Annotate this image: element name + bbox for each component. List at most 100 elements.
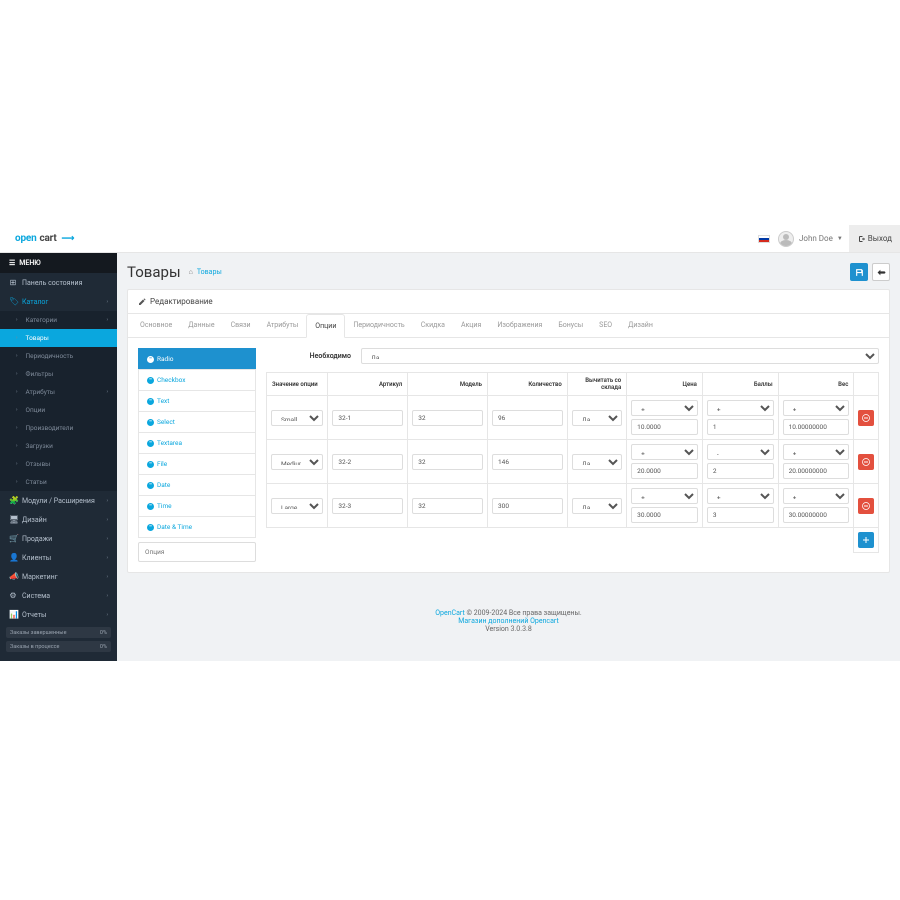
- sidebar-sub-item[interactable]: ›Производители: [0, 419, 117, 437]
- qty-input[interactable]: [492, 410, 563, 426]
- table-row: Large Да + + +: [267, 484, 879, 528]
- option-tab[interactable]: −Radio: [138, 348, 256, 369]
- qty-input[interactable]: [492, 454, 563, 470]
- sidebar-sub-item[interactable]: ›Фильтры: [0, 365, 117, 383]
- value-select[interactable]: Small: [271, 410, 323, 426]
- th-qty: Количество: [488, 373, 568, 396]
- back-button[interactable]: [872, 263, 890, 281]
- save-button[interactable]: [850, 263, 868, 281]
- option-tab[interactable]: −File: [138, 453, 256, 474]
- minus-icon: −: [147, 461, 154, 468]
- value-select[interactable]: Large: [271, 498, 323, 514]
- minus-icon: −: [147, 356, 154, 363]
- stat-bar: Заказы в процессе0%: [6, 641, 111, 652]
- option-tab[interactable]: −Text: [138, 390, 256, 411]
- sidebar-item[interactable]: 🖥Дизайн›: [0, 510, 117, 529]
- price-op-select[interactable]: +: [631, 400, 698, 416]
- sidebar-item[interactable]: 🏷Каталог›: [0, 292, 117, 311]
- add-option-value-button[interactable]: [858, 532, 874, 548]
- article-input[interactable]: [332, 454, 403, 470]
- remove-row-button[interactable]: [858, 410, 874, 426]
- option-tab[interactable]: −Checkbox: [138, 369, 256, 390]
- points-op-select[interactable]: -: [707, 444, 774, 460]
- chevron-right-icon: ›: [106, 593, 108, 599]
- sidebar-item[interactable]: ⊞Панель состояния: [0, 273, 117, 292]
- tab[interactable]: Основное: [132, 314, 180, 337]
- sidebar-sub-item[interactable]: ›Отзывы: [0, 455, 117, 473]
- article-input[interactable]: [332, 498, 403, 514]
- tab[interactable]: Бонусы: [550, 314, 591, 337]
- user-avatar[interactable]: [778, 231, 794, 247]
- remove-row-button[interactable]: [858, 454, 874, 470]
- tab[interactable]: Периодичность: [345, 314, 412, 337]
- logout-button[interactable]: Выход: [849, 225, 900, 252]
- tab[interactable]: Атрибуты: [259, 314, 307, 337]
- username-label[interactable]: John Doe: [799, 234, 833, 243]
- subtract-select[interactable]: Да: [572, 410, 622, 426]
- weight-op-select[interactable]: +: [783, 488, 850, 504]
- points-input[interactable]: [707, 507, 774, 523]
- value-select[interactable]: Medium: [271, 454, 323, 470]
- option-tab[interactable]: −Time: [138, 495, 256, 516]
- tab[interactable]: Изображения: [489, 314, 550, 337]
- content-area: Товары ⌂ Товары Редактирование ОсновноеД…: [117, 253, 900, 661]
- points-input[interactable]: [707, 419, 774, 435]
- price-input[interactable]: [631, 463, 698, 479]
- tab[interactable]: Связи: [223, 314, 259, 337]
- model-input[interactable]: [412, 498, 483, 514]
- price-op-select[interactable]: +: [631, 444, 698, 460]
- model-input[interactable]: [412, 410, 483, 426]
- required-select[interactable]: Да: [361, 348, 879, 364]
- subtract-select[interactable]: Да: [572, 454, 622, 470]
- brand-logo[interactable]: opencart ⟶: [0, 233, 117, 244]
- sidebar-item[interactable]: 📊Отчеты›: [0, 605, 117, 624]
- sidebar-sub-item[interactable]: ›Категории›: [0, 311, 117, 329]
- sidebar-sub-item[interactable]: ›Периодичность: [0, 347, 117, 365]
- edit-panel: Редактирование ОсновноеДанныеСвязиАтрибу…: [127, 289, 890, 573]
- sidebar-sub-item[interactable]: ›Загрузки: [0, 437, 117, 455]
- article-input[interactable]: [332, 410, 403, 426]
- tab[interactable]: Скидка: [413, 314, 453, 337]
- footer-brand-link[interactable]: OpenCart: [435, 609, 465, 617]
- option-tab[interactable]: −Textarea: [138, 432, 256, 453]
- breadcrumb-link[interactable]: Товары: [197, 268, 222, 276]
- option-tab[interactable]: −Date: [138, 474, 256, 495]
- weight-op-select[interactable]: +: [783, 400, 850, 416]
- model-input[interactable]: [412, 454, 483, 470]
- weight-input[interactable]: [783, 419, 850, 435]
- remove-row-button[interactable]: [858, 498, 874, 514]
- weight-op-select[interactable]: +: [783, 444, 850, 460]
- sidebar-item[interactable]: 👤Клиенты›: [0, 548, 117, 567]
- points-input[interactable]: [707, 463, 774, 479]
- subtract-select[interactable]: Да: [572, 498, 622, 514]
- home-icon[interactable]: ⌂: [189, 268, 193, 276]
- price-input[interactable]: [631, 507, 698, 523]
- tab[interactable]: Опции: [306, 314, 345, 338]
- sidebar-sub-item[interactable]: ›Статьи: [0, 473, 117, 491]
- sidebar-item[interactable]: 📣Маркетинг›: [0, 567, 117, 586]
- price-op-select[interactable]: +: [631, 488, 698, 504]
- sidebar-item[interactable]: 🧩Модули / Расширения›: [0, 491, 117, 510]
- th-article: Артикул: [328, 373, 408, 396]
- language-flag[interactable]: [758, 235, 770, 243]
- points-op-select[interactable]: +: [707, 488, 774, 504]
- sidebar-sub-item[interactable]: ›Атрибуты›: [0, 383, 117, 401]
- price-input[interactable]: [631, 419, 698, 435]
- tab[interactable]: Акция: [453, 314, 489, 337]
- option-name-input[interactable]: [138, 542, 256, 562]
- sidebar-sub-item[interactable]: ›Опции: [0, 401, 117, 419]
- sidebar-item[interactable]: ⚙Система›: [0, 586, 117, 605]
- points-op-select[interactable]: +: [707, 400, 774, 416]
- tab[interactable]: Дизайн: [620, 314, 661, 337]
- weight-input[interactable]: [783, 463, 850, 479]
- option-tab[interactable]: −Date & Time: [138, 516, 256, 538]
- sidebar-item[interactable]: 🛒Продажи›: [0, 529, 117, 548]
- sidebar-sub-item[interactable]: ›Товары: [0, 329, 117, 347]
- option-values-table: Значение опции Артикул Модель Количество…: [266, 372, 879, 553]
- option-tab[interactable]: −Select: [138, 411, 256, 432]
- qty-input[interactable]: [492, 498, 563, 514]
- weight-input[interactable]: [783, 507, 850, 523]
- tab[interactable]: SEO: [591, 314, 620, 337]
- footer-store-link[interactable]: Магазин дополнений Opencart: [458, 617, 559, 625]
- tab[interactable]: Данные: [180, 314, 222, 337]
